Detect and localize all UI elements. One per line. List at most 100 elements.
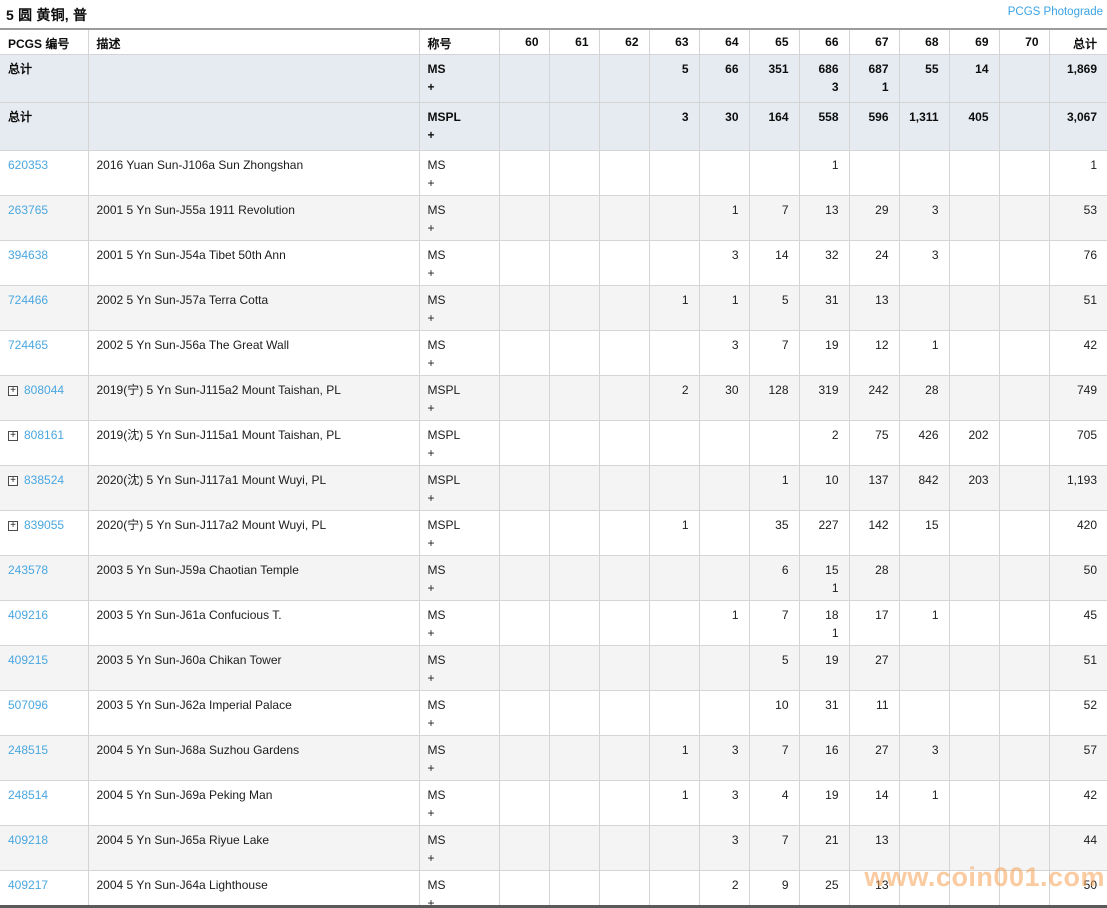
- grade-61-cell: [548, 150, 600, 196]
- pcgs-number-link[interactable]: 394638: [8, 248, 48, 262]
- pcgs-number-cell: +808161: [0, 420, 89, 466]
- pcgs-number-link[interactable]: 248515: [8, 743, 48, 757]
- grade-plus-count: 3: [831, 80, 839, 94]
- pcgs-number-cell: 248514: [0, 780, 89, 826]
- grade-count: 5: [781, 293, 789, 307]
- pcgs-number-link[interactable]: 263765: [8, 203, 48, 217]
- expand-plus-icon[interactable]: +: [8, 431, 18, 441]
- grade-65-cell: 14: [748, 240, 800, 286]
- grade-count: 19: [825, 653, 839, 667]
- designation-cell: MS +: [418, 240, 500, 286]
- grade-65-cell: 7: [748, 330, 800, 376]
- designation-label: MS: [427, 653, 446, 667]
- pcgs-number-link[interactable]: 724465: [8, 338, 48, 352]
- designation-cell: MSPL +: [418, 510, 500, 556]
- grade-64-cell: 30: [698, 102, 750, 151]
- grade-count: 25: [825, 878, 839, 892]
- grade-65-cell: 4: [748, 780, 800, 826]
- pcgs-number-cell: 总计: [0, 54, 89, 103]
- grade-70-cell: [998, 780, 1050, 826]
- grade-64-cell: [698, 465, 750, 511]
- total-cell: 52: [1048, 690, 1107, 736]
- grade-66-cell: 10: [798, 465, 850, 511]
- grade-68-cell: [898, 870, 950, 908]
- grade-64-cell: 66: [698, 54, 750, 103]
- grade-70-cell: [998, 195, 1050, 241]
- expand-plus-icon[interactable]: +: [8, 476, 18, 486]
- grade-61-cell: [548, 375, 600, 421]
- grade-61-cell: [548, 465, 600, 511]
- table-row: +839055 2020(宁) 5 Yn Sun-J117a2 Mount Wuy…: [0, 510, 1107, 556]
- designation-label: MS: [427, 788, 446, 802]
- designation-label: MSPL: [427, 383, 461, 397]
- designation-plus-label: +: [427, 671, 435, 685]
- grade-68-cell: 28: [898, 375, 950, 421]
- grade-count: 1: [681, 743, 689, 757]
- pcgs-number-link[interactable]: 409218: [8, 833, 48, 847]
- grade-count: 18: [825, 608, 839, 622]
- expand-plus-icon[interactable]: +: [8, 521, 18, 531]
- col-header-total: 总计: [1048, 28, 1107, 55]
- grade-count: 1: [931, 788, 939, 802]
- designation-plus-label: +: [427, 356, 435, 370]
- pcgs-number-link[interactable]: 409216: [8, 608, 48, 622]
- grade-68-cell: [898, 555, 950, 601]
- summary-row: 总计 MS +5 66 351 686 3 687 1 55 14 1,869: [0, 54, 1107, 103]
- grade-68-cell: [898, 825, 950, 871]
- description-cell: 2003 5 Yn Sun-J62a Imperial Palace: [87, 690, 420, 736]
- grade-67-cell: 142: [848, 510, 900, 556]
- grade-68-cell: 15: [898, 510, 950, 556]
- population-report-page: 5 圆 黄铜, 普 PCGS Photograde PCGS 编号 描述 称号 …: [0, 0, 1107, 908]
- grade-60-cell: [498, 195, 550, 241]
- pcgs-number-link[interactable]: 808161: [24, 428, 64, 442]
- grade-66-cell: 15 1: [798, 555, 850, 601]
- designation-plus-label: +: [427, 761, 435, 775]
- designation-label: MS: [427, 698, 446, 712]
- grade-66-cell: 558: [798, 102, 850, 151]
- description-cell: 2003 5 Yn Sun-J61a Confucious T.: [87, 600, 420, 646]
- grade-count: 7: [781, 338, 789, 352]
- pcgs-number-link[interactable]: 507096: [8, 698, 48, 712]
- grade-count: 28: [875, 563, 889, 577]
- pcgs-number-link[interactable]: 620353: [8, 158, 48, 172]
- pcgs-number-link[interactable]: 724466: [8, 293, 48, 307]
- expand-plus-icon[interactable]: +: [8, 386, 18, 396]
- grade-count: 14: [875, 788, 889, 802]
- grade-69-cell: [948, 150, 1000, 196]
- designation-label: MS: [427, 563, 446, 577]
- grade-70-cell: [998, 555, 1050, 601]
- pcgs-number-cell: +838524: [0, 465, 89, 511]
- pcgs-number-link[interactable]: 838524: [24, 473, 64, 487]
- grade-count: 15: [825, 563, 839, 577]
- grade-61-cell: [548, 195, 600, 241]
- grade-65-cell: 1: [748, 465, 800, 511]
- topbar: 5 圆 黄铜, 普 PCGS Photograde: [0, 0, 1107, 28]
- grade-64-cell: [698, 150, 750, 196]
- total-cell: 44: [1048, 825, 1107, 871]
- grade-61-cell: [548, 555, 600, 601]
- pcgs-number-link[interactable]: 808044: [24, 383, 64, 397]
- description-cell: 2003 5 Yn Sun-J59a Chaotian Temple: [87, 555, 420, 601]
- grade-count: 10: [825, 473, 839, 487]
- grade-count: 14: [775, 248, 789, 262]
- pcgs-number-link[interactable]: 243578: [8, 563, 48, 577]
- grade-62-cell: [598, 780, 650, 826]
- pcgs-photograde-link[interactable]: PCGS Photograde: [1008, 6, 1103, 18]
- grade-count: 12: [875, 338, 889, 352]
- designation-label: MS: [427, 248, 446, 262]
- grade-65-cell: [748, 150, 800, 196]
- grade-68-cell: 1: [898, 330, 950, 376]
- pcgs-number-link[interactable]: 839055: [24, 518, 64, 532]
- grade-count: 164: [768, 110, 789, 124]
- pcgs-number-link[interactable]: 409217: [8, 878, 48, 892]
- pcgs-number-link[interactable]: 248514: [8, 788, 48, 802]
- grade-65-cell: 164: [748, 102, 800, 151]
- grade-64-cell: 2: [698, 870, 750, 908]
- grade-65-cell: 7: [748, 825, 800, 871]
- grade-count: 10: [775, 698, 789, 712]
- grade-63-cell: [648, 555, 700, 601]
- pcgs-number-link[interactable]: 409215: [8, 653, 48, 667]
- grade-count: 75: [875, 428, 889, 442]
- grade-count: 32: [825, 248, 839, 262]
- col-header-grade-66: 66: [798, 28, 850, 55]
